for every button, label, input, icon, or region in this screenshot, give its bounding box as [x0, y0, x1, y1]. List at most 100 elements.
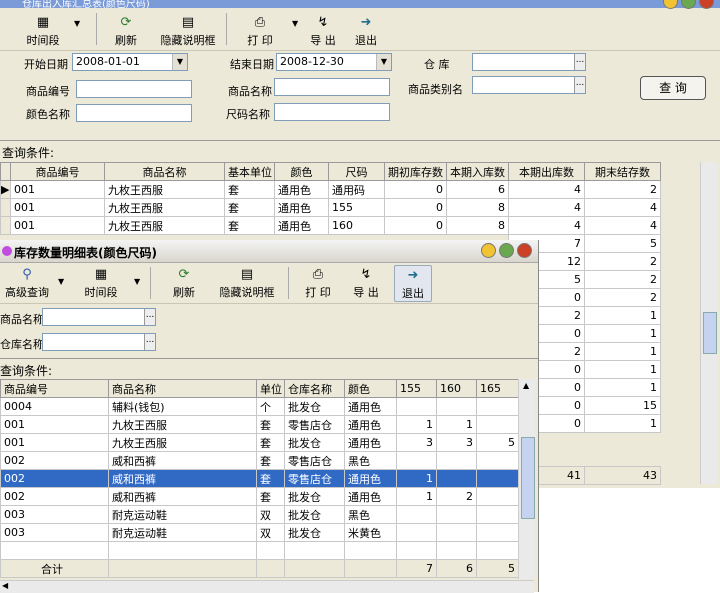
column-header[interactable]: 商品名称	[108, 379, 257, 398]
back-print-button[interactable]: ⎙ 打 印	[240, 15, 280, 48]
column-header[interactable]: 期末结存数	[584, 162, 661, 181]
chevron-down-icon[interactable]: ▼	[74, 19, 80, 28]
front-warehouse-field[interactable]: ...	[42, 333, 156, 351]
advanced-query-button[interactable]: ⚲ 高级查询	[2, 267, 52, 300]
table-row[interactable]: 001 九枚王西服 套 通用色 160 0 8 4 4	[0, 216, 661, 235]
column-header[interactable]: 单位	[256, 379, 285, 398]
minimize-icon[interactable]	[481, 243, 496, 258]
cell[interactable]: 4	[508, 198, 585, 217]
scrollbar-thumb[interactable]	[703, 312, 717, 354]
cell[interactable]: 套	[224, 198, 275, 217]
column-header[interactable]: 商品编号	[10, 162, 105, 181]
minimize-icon[interactable]	[663, 0, 678, 9]
table-row[interactable]: 001 九枚王西服套批发仓 通用色 3 3 5	[0, 433, 519, 452]
maximize-icon[interactable]	[499, 243, 514, 258]
chevron-down-icon[interactable]: ▼	[134, 277, 140, 286]
color-name-field[interactable]	[76, 104, 192, 122]
cell[interactable]: 160	[328, 216, 385, 235]
front-period-button[interactable]: ▦ 时间段	[78, 267, 124, 300]
cell[interactable]: 8	[446, 216, 509, 235]
start-date-field[interactable]: 2008-01-01 ▼	[72, 53, 188, 71]
cell[interactable]: 001	[10, 216, 105, 235]
ellipsis-icon[interactable]: ...	[574, 54, 585, 70]
front-exit-button[interactable]: ➜ 退出	[394, 265, 432, 302]
column-header[interactable]: 商品名称	[104, 162, 225, 181]
front-export-button[interactable]: ↯ 导 出	[348, 267, 384, 300]
cell[interactable]: 001	[10, 198, 105, 217]
column-header[interactable]: 期初库存数	[384, 162, 447, 181]
table-row[interactable]: 001 九枚王西服套零售店仓 通用色 1 1	[0, 415, 519, 434]
ellipsis-icon[interactable]: ...	[574, 77, 585, 93]
cell[interactable]: 4	[584, 198, 661, 217]
back-period-button[interactable]: ▦ 时间段	[20, 15, 66, 48]
size-name-field[interactable]	[274, 103, 390, 121]
column-header[interactable]: 商品编号	[0, 379, 109, 398]
cell[interactable]: 通用码	[328, 180, 385, 199]
end-date-field[interactable]: 2008-12-30 ▼	[276, 53, 392, 71]
column-header[interactable]: 尺码	[328, 162, 385, 181]
close-icon[interactable]	[699, 0, 714, 9]
cell[interactable]: 九枚王西服	[104, 180, 225, 199]
scroll-up-icon[interactable]: ▲	[523, 381, 529, 390]
table-row[interactable]: ▶ 001 九枚王西服 套 通用色 通用码 0 6 4 2	[0, 180, 661, 199]
close-icon[interactable]	[517, 243, 532, 258]
column-header[interactable]: 颜色	[344, 379, 397, 398]
cell[interactable]: 九枚王西服	[104, 198, 225, 217]
front-vertical-scrollbar[interactable]: ▲	[518, 379, 535, 579]
cell[interactable]: 0	[384, 216, 447, 235]
table-row[interactable]: 002 威和西裤套零售店仓 黑色	[0, 451, 519, 470]
column-header[interactable]: 165	[476, 379, 519, 398]
table-row[interactable]: 002 威和西裤套批发仓 通用色 1 2	[0, 487, 519, 506]
back-exit-button[interactable]: ➜ 退出	[348, 15, 384, 48]
cell[interactable]: 4	[584, 216, 661, 235]
maximize-icon[interactable]	[681, 0, 696, 9]
column-header[interactable]: 颜色	[274, 162, 329, 181]
table-row[interactable]: 003 耐克运动鞋双批发仓 黑色	[0, 505, 519, 524]
cell[interactable]: 套	[224, 216, 275, 235]
front-product-name-field[interactable]: ...	[42, 308, 156, 326]
front-refresh-button[interactable]: ⟳ 刷新	[166, 267, 202, 300]
chevron-down-icon[interactable]: ▼	[58, 277, 64, 286]
table-row-selected[interactable]: 002 威和西裤套零售店仓 通用色 1	[0, 469, 519, 488]
cell[interactable]: 通用色	[274, 216, 329, 235]
table-row[interactable]: 003 耐克运动鞋双批发仓 米黄色	[0, 523, 519, 542]
cell[interactable]: 0	[384, 180, 447, 199]
cell[interactable]: 通用色	[274, 180, 329, 199]
column-header[interactable]: 160	[436, 379, 477, 398]
product-name-field[interactable]	[274, 78, 390, 96]
back-hide-desc-button[interactable]: ▤ 隐藏说明框	[156, 15, 220, 48]
cell[interactable]: 套	[224, 180, 275, 199]
back-vertical-scrollbar[interactable]	[700, 162, 717, 484]
category-field[interactable]: ...	[472, 76, 586, 94]
chevron-down-icon[interactable]: ▼	[292, 19, 298, 28]
back-refresh-button[interactable]: ⟳ 刷新	[108, 15, 144, 48]
front-print-button[interactable]: ⎙ 打 印	[298, 267, 338, 300]
cell[interactable]: 2	[584, 180, 661, 199]
front-hide-desc-button[interactable]: ▤ 隐藏说明框	[214, 267, 280, 300]
column-header[interactable]: 本期出库数	[508, 162, 585, 181]
dropdown-arrow-icon[interactable]: ▼	[376, 54, 391, 70]
cell[interactable]: 通用色	[274, 198, 329, 217]
product-code-field[interactable]	[76, 80, 192, 98]
ellipsis-icon[interactable]: ...	[144, 309, 155, 325]
ellipsis-icon[interactable]: ...	[144, 334, 155, 350]
cell[interactable]: 8	[446, 198, 509, 217]
query-button[interactable]: 查 询	[640, 76, 706, 100]
column-header[interactable]: 基本单位	[224, 162, 275, 181]
cell[interactable]: 4	[508, 216, 585, 235]
cell[interactable]: 九枚王西服	[104, 216, 225, 235]
column-header[interactable]: 本期入库数	[446, 162, 509, 181]
cell[interactable]: 001	[10, 180, 105, 199]
cell[interactable]: 155	[328, 198, 385, 217]
cell[interactable]: 0	[384, 198, 447, 217]
scrollbar-thumb[interactable]	[521, 437, 535, 519]
warehouse-field[interactable]: ...	[472, 53, 586, 71]
dropdown-arrow-icon[interactable]: ▼	[172, 54, 187, 70]
scroll-left-icon[interactable]: ◀	[2, 581, 8, 590]
back-export-button[interactable]: ↯ 导 出	[305, 15, 341, 48]
table-row[interactable]: 0004 辅料(钱包) 个批发仓 通用色	[0, 397, 519, 416]
front-horizontal-scrollbar[interactable]: ◀	[0, 580, 534, 593]
cell[interactable]: 6	[446, 180, 509, 199]
table-row[interactable]: 001 九枚王西服 套 通用色 155 0 8 4 4	[0, 198, 661, 217]
column-header[interactable]: 155	[396, 379, 437, 398]
